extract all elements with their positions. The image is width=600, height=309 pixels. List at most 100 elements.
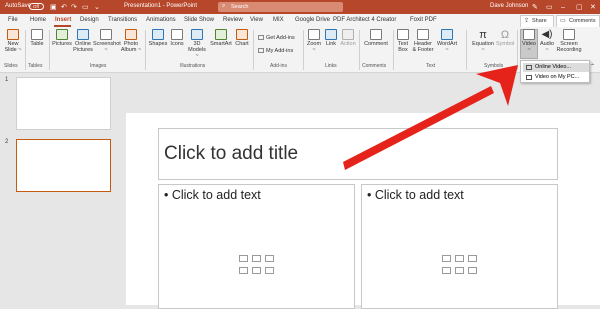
customize-qat-icon[interactable]: ⌄	[94, 3, 100, 12]
new-slide-button[interactable]: New Slide ~	[3, 29, 23, 53]
collapse-ribbon-icon[interactable]: ⌃	[590, 63, 595, 70]
title-placeholder[interactable]: Click to add title	[158, 128, 558, 180]
save-icon[interactable]: ▣	[50, 3, 57, 12]
right-content-placeholder[interactable]: • Click to add text	[361, 184, 558, 309]
insert-smartart-icon[interactable]	[468, 255, 477, 262]
icons-button[interactable]: Icons	[169, 29, 185, 47]
redo-icon[interactable]: ↷	[71, 3, 77, 12]
screenshot-button[interactable]: Screenshot ~	[93, 29, 121, 53]
zoom-button[interactable]: Zoom ~	[306, 29, 322, 53]
comment-label: Comment	[364, 41, 388, 47]
table-button[interactable]: Table	[28, 29, 46, 47]
3d-models-button[interactable]: 3D Models ~	[186, 29, 208, 59]
symbol-button[interactable]: Ω Symbol	[496, 29, 514, 47]
screen-recording-button[interactable]: Screen Recording	[556, 29, 582, 53]
shapes-button[interactable]: Shapes	[148, 29, 168, 47]
tab-insert[interactable]: Insert	[55, 17, 71, 23]
tab-foxit-pdf[interactable]: Foxit PDF	[410, 17, 437, 23]
autosave-toggle[interactable]: Off	[29, 3, 44, 10]
undo-icon[interactable]: ↶	[61, 3, 67, 12]
insert-icons-icon[interactable]	[265, 267, 274, 274]
smartart-label: SmartArt	[210, 41, 232, 47]
insert-video-icon[interactable]	[455, 267, 464, 274]
left-content-placeholder[interactable]: • Click to add text	[158, 184, 355, 309]
insert-table-icon[interactable]	[442, 255, 451, 262]
slide-canvas[interactable]: Click to add title • Click to add text •…	[126, 113, 600, 309]
chart-icon	[236, 29, 248, 40]
action-icon	[342, 29, 354, 40]
wordart-button[interactable]: WordArt ~	[436, 29, 458, 53]
tab-design[interactable]: Design	[80, 17, 99, 23]
maximize-icon[interactable]: ▢	[576, 3, 583, 12]
tab-google-drive[interactable]: Google Drive	[295, 17, 330, 23]
equation-button[interactable]: π Equation ~	[471, 29, 495, 53]
header-footer-icon	[417, 29, 429, 40]
tab-pdf-architect[interactable]: PDF Architect 4 Creator	[333, 17, 396, 23]
online-video-menu-item[interactable]: Online Video...	[523, 63, 589, 72]
video-button[interactable]: Video ~	[520, 29, 538, 53]
chart-button[interactable]: Chart	[234, 29, 250, 47]
tab-mix[interactable]: MIX	[273, 17, 284, 23]
link-icon	[325, 29, 337, 40]
group-divider	[303, 30, 304, 70]
thumbnail-number-1: 1	[5, 77, 9, 83]
header-footer-button[interactable]: Header & Footer	[410, 29, 436, 53]
table-icon	[31, 29, 43, 40]
equation-dropdown-indicator: ~	[481, 47, 485, 53]
pen-icon[interactable]: ✎	[532, 3, 538, 12]
get-addins-button[interactable]: Get Add-ins	[258, 35, 295, 41]
group-divider	[145, 30, 146, 70]
group-label-illustrations: Illustrations	[180, 63, 206, 69]
group-divider	[253, 30, 254, 70]
online-pictures-button[interactable]: Online Pictures	[73, 29, 93, 53]
group-divider	[359, 30, 360, 70]
audio-dropdown-indicator: ~	[545, 47, 549, 53]
ribbon-insert: New Slide ~ Slides Table Tables Pictures…	[0, 27, 600, 73]
my-addins-button[interactable]: My Add-ins	[258, 48, 293, 54]
group-label-slides: Slides	[4, 63, 18, 69]
ribbon-display-icon[interactable]: ▭	[546, 3, 553, 12]
tab-animations[interactable]: Animations	[146, 17, 176, 23]
tab-slide-show[interactable]: Slide Show	[184, 17, 214, 23]
video-dropdown-menu: Online Video... Video on My PC...	[520, 60, 590, 83]
link-button[interactable]: Link	[323, 29, 339, 47]
insert-icons-icon[interactable]	[468, 267, 477, 274]
insert-chart-icon[interactable]	[252, 255, 261, 262]
omega-icon: Ω	[500, 29, 510, 41]
slide-thumbnail-2[interactable]	[16, 139, 111, 192]
slideshow-icon[interactable]: ▭	[82, 3, 89, 12]
close-icon[interactable]: ✕	[590, 3, 596, 12]
text-box-button[interactable]: Text Box	[396, 29, 410, 53]
ribbon-tabs: File Home Insert Design Transitions Anim…	[0, 14, 600, 28]
pi-icon: π	[479, 29, 487, 41]
tab-home[interactable]: Home	[30, 17, 46, 23]
user-name[interactable]: Dave Johnson	[490, 3, 528, 9]
tab-file[interactable]: File	[8, 17, 18, 23]
tab-review[interactable]: Review	[223, 17, 243, 23]
photo-album-button[interactable]: Photo Album ~	[120, 29, 142, 53]
tab-view[interactable]: View	[250, 17, 263, 23]
insert-picture-icon[interactable]	[442, 267, 451, 274]
online-pictures-icon	[77, 29, 89, 40]
symbol-label: Symbol	[496, 41, 515, 47]
smartart-icon	[215, 29, 227, 40]
smartart-button[interactable]: SmartArt	[209, 29, 233, 47]
minimize-icon[interactable]: –	[561, 3, 565, 12]
video-on-my-pc-menu-item[interactable]: Video on My PC...	[523, 73, 589, 82]
search-box[interactable]: ⌕ Search	[218, 2, 343, 12]
action-label: Action	[340, 41, 356, 47]
screen-recording-icon	[563, 29, 575, 40]
insert-picture-icon[interactable]	[239, 267, 248, 274]
tab-transitions[interactable]: Transitions	[108, 17, 137, 23]
group-label-symbols: Symbols	[484, 63, 504, 69]
slide-thumbnail-1[interactable]	[16, 77, 111, 130]
photo-album-icon	[125, 29, 137, 40]
insert-chart-icon[interactable]	[455, 255, 464, 262]
audio-button[interactable]: ◀) Audio ~	[539, 29, 555, 53]
pictures-button[interactable]: Pictures	[52, 29, 72, 47]
insert-video-icon[interactable]	[252, 267, 261, 274]
comment-button[interactable]: Comment	[362, 29, 390, 47]
insert-table-icon[interactable]	[239, 255, 248, 262]
action-button[interactable]: Action	[339, 29, 357, 47]
insert-smartart-icon[interactable]	[265, 255, 274, 262]
